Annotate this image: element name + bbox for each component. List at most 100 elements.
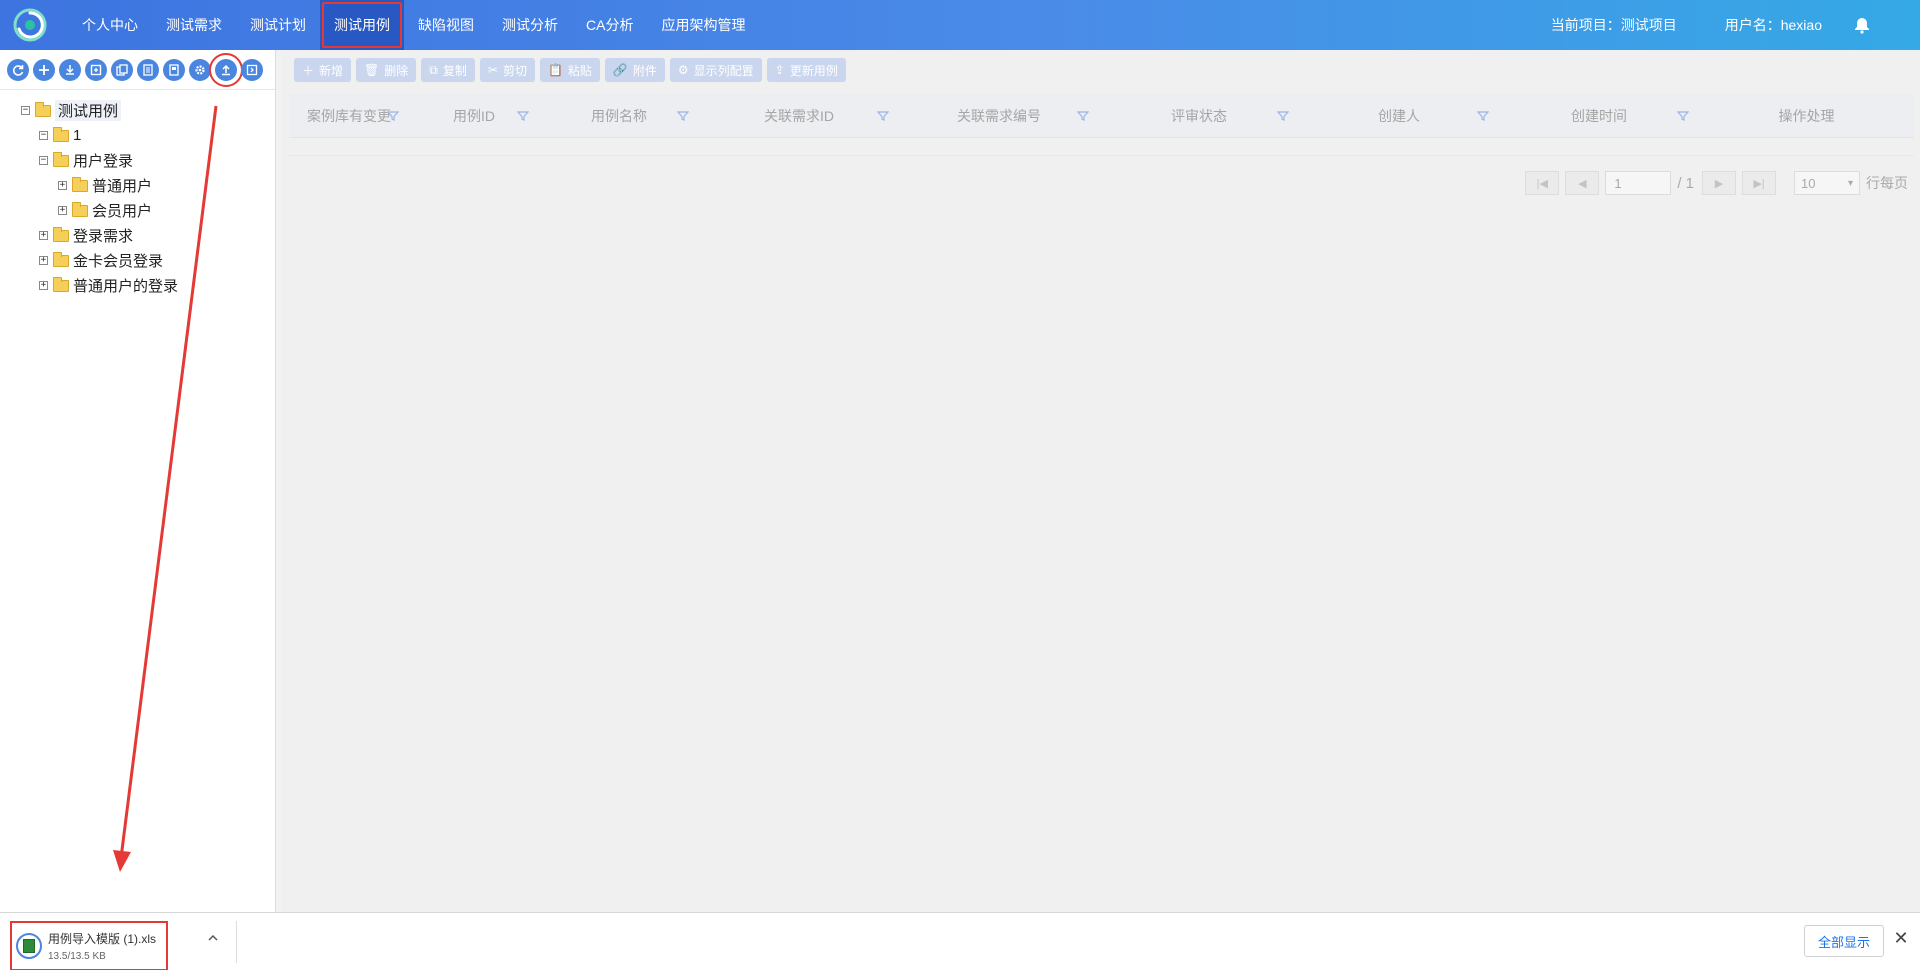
app-logo-icon[interactable]: [12, 7, 48, 43]
tree-node[interactable]: + 金卡会员登录: [0, 248, 275, 273]
tree-toggle-icon[interactable]: −: [21, 106, 30, 115]
upload-icon[interactable]: [209, 52, 243, 87]
paste-button[interactable]: 📋 粘贴: [539, 58, 600, 82]
filter-icon[interactable]: [1077, 110, 1089, 122]
refresh-icon[interactable]: [7, 58, 29, 81]
folder-icon: [53, 126, 69, 142]
page-size-select[interactable]: 10 ▾: [1794, 171, 1860, 195]
folder-icon: [72, 176, 88, 192]
nav-test-requirements[interactable]: 测试需求: [152, 0, 236, 50]
case-tree: − 测试用例 − 1 − 用户登录 + 普通用户 + 会员用户 + 登录需求 +…: [0, 90, 275, 298]
tree-node-label[interactable]: 登录需求: [73, 225, 133, 246]
last-page-button[interactable]: ▶|: [1742, 171, 1776, 195]
attach-button[interactable]: 🔗 附件: [604, 58, 665, 82]
column-header[interactable]: 用例ID: [409, 106, 539, 126]
tree-node-label[interactable]: 普通用户的登录: [73, 275, 178, 296]
attach-button-label: 附件: [632, 63, 657, 78]
show-all-button[interactable]: 全部显示: [1804, 925, 1884, 957]
document-icon[interactable]: [163, 58, 185, 81]
tree-toggle-icon[interactable]: −: [39, 156, 48, 165]
cut-button[interactable]: ✂ 剪切: [479, 58, 535, 82]
bell-icon[interactable]: [1852, 15, 1872, 35]
copy-button[interactable]: ⧉ 复制: [421, 58, 475, 82]
column-header[interactable]: 创建人: [1299, 106, 1499, 126]
current-user[interactable]: 用户名：hexiao: [1725, 15, 1822, 35]
add-icon[interactable]: [33, 58, 55, 81]
list-icon[interactable]: [137, 58, 159, 81]
chevron-down-icon: ▾: [1847, 177, 1853, 189]
filter-icon[interactable]: [1477, 110, 1489, 122]
new-button-label: 新增: [319, 63, 344, 78]
tree-node-label[interactable]: 测试用例: [55, 100, 122, 121]
filter-icon[interactable]: [877, 110, 889, 122]
nav-defect-view[interactable]: 缺陷视图: [404, 0, 488, 50]
tree-node-label[interactable]: 用户登录: [73, 150, 133, 171]
nav-test-analysis[interactable]: 测试分析: [488, 0, 572, 50]
tree-node[interactable]: + 登录需求: [0, 223, 275, 248]
tree-node[interactable]: − 1: [0, 123, 275, 148]
current-project[interactable]: 当前项目：测试项目: [1551, 15, 1677, 35]
tree-node-label[interactable]: 金卡会员登录: [73, 250, 163, 271]
tree-toggle-icon[interactable]: +: [39, 281, 48, 290]
nav-ca-analysis[interactable]: CA分析: [572, 0, 647, 50]
close-icon[interactable]: ✕: [1893, 928, 1909, 948]
tree-node[interactable]: + 普通用户: [0, 173, 275, 198]
nav-architecture-management[interactable]: 应用架构管理: [647, 0, 759, 50]
tree-toggle-icon[interactable]: +: [58, 181, 67, 190]
divider: [236, 921, 237, 963]
settings-icon[interactable]: [189, 58, 211, 81]
filter-icon[interactable]: [1277, 110, 1289, 122]
tree-node-label[interactable]: 普通用户: [92, 175, 152, 196]
next-page-button[interactable]: ▶: [1702, 171, 1736, 195]
grid-body: [289, 138, 1914, 156]
nav-test-plan[interactable]: 测试计划: [236, 0, 320, 50]
columns-config-button[interactable]: ⚙ 显示列配置: [669, 58, 762, 82]
delete-button[interactable]: 🗑 删除: [356, 58, 417, 82]
export-icon[interactable]: [85, 58, 107, 81]
column-label: 创建时间: [1571, 107, 1627, 124]
column-header[interactable]: 用例名称: [539, 106, 699, 126]
tree-toggle-icon[interactable]: −: [39, 131, 48, 140]
tree-node[interactable]: + 会员用户: [0, 198, 275, 223]
column-label: 用例ID: [453, 107, 495, 124]
tree-toggle-icon[interactable]: +: [39, 231, 48, 240]
filter-icon[interactable]: [517, 110, 529, 122]
filter-icon[interactable]: [1677, 110, 1689, 122]
column-label: 操作处理: [1778, 107, 1835, 124]
column-header[interactable]: 关联需求编号: [899, 106, 1099, 126]
column-header[interactable]: 操作处理: [1699, 106, 1914, 126]
case-grid: 案例库有变更 用例ID 用例名称 关联需求ID 关联需求编号 评审状态 创建人 …: [289, 94, 1914, 156]
gear-icon: ⚙: [677, 63, 689, 77]
tree-toggle-icon[interactable]: +: [39, 256, 48, 265]
download-icon[interactable]: [59, 58, 81, 81]
prev-page-button[interactable]: ◀: [1565, 171, 1600, 195]
page-number-input[interactable]: 1: [1605, 171, 1672, 195]
scissors-icon: ✂: [487, 63, 498, 77]
folder-icon: [53, 151, 69, 167]
tree-node[interactable]: − 用户登录: [0, 148, 275, 173]
update-cases-button[interactable]: ⇪ 更新用例: [766, 58, 846, 82]
tree-node-root[interactable]: − 测试用例: [0, 98, 275, 123]
download-item[interactable]: 用例导入模版 (1).xls 13.5/13.5 KB: [10, 921, 168, 970]
tree-toggle-icon[interactable]: +: [58, 206, 67, 215]
column-header[interactable]: 关联需求ID: [699, 106, 899, 126]
nav-personal-center[interactable]: 个人中心: [68, 0, 152, 50]
column-header[interactable]: 评审状态: [1099, 106, 1299, 126]
tree-node-label[interactable]: 会员用户: [92, 200, 152, 221]
folder-icon: [53, 276, 69, 292]
copy-icon: ⧉: [429, 62, 438, 77]
new-button[interactable]: ＋ 新增: [294, 58, 352, 82]
collapse-icon[interactable]: [241, 58, 263, 81]
chevron-up-icon[interactable]: [206, 931, 220, 945]
column-header[interactable]: 创建时间: [1499, 106, 1699, 126]
nav-test-cases[interactable]: 测试用例: [320, 0, 404, 50]
pagination: |◀ ◀ 1 / 1 ▶ ▶| 10 ▾ 行每页: [281, 171, 1920, 195]
first-page-button[interactable]: |◀: [1525, 171, 1560, 195]
clipboard-icon: 📋: [547, 63, 563, 77]
filter-icon[interactable]: [677, 110, 689, 122]
copy-icon[interactable]: [111, 58, 133, 81]
tree-node-label[interactable]: 1: [73, 127, 81, 144]
tree-node[interactable]: + 普通用户的登录: [0, 273, 275, 298]
column-header[interactable]: 案例库有变更: [289, 106, 409, 126]
filter-icon[interactable]: [387, 110, 399, 122]
